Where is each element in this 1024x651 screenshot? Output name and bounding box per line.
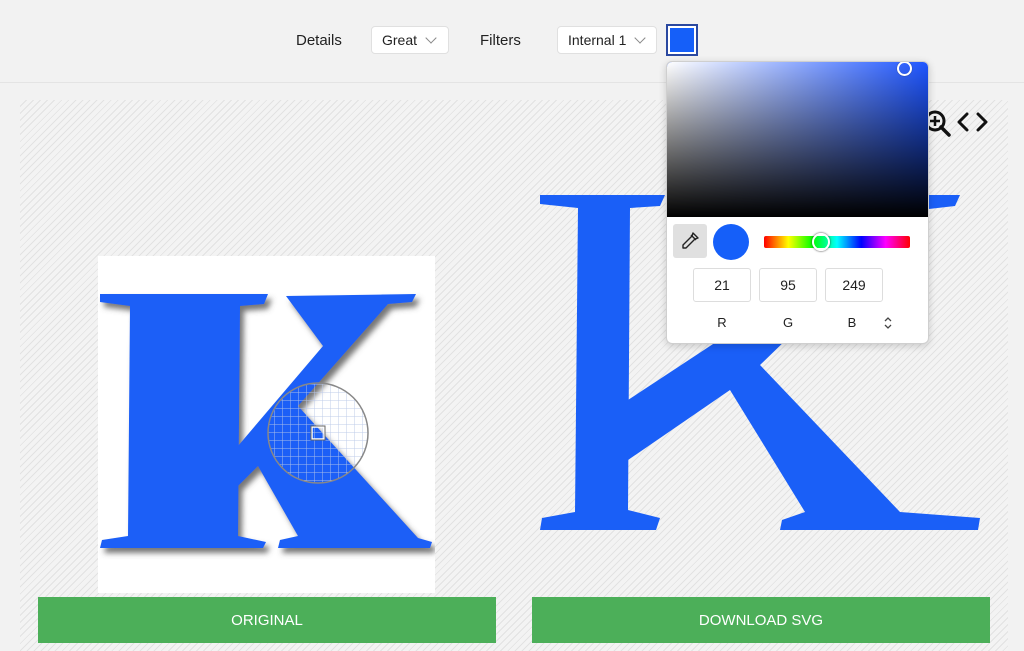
original-preview [98, 256, 435, 593]
details-value: Great [382, 32, 418, 48]
red-label: R [717, 315, 727, 330]
download-svg-button[interactable]: DOWNLOAD SVG [532, 597, 990, 643]
magnifier-loupe[interactable] [267, 382, 369, 484]
sv-handle[interactable] [897, 62, 912, 76]
saturation-value-area[interactable] [667, 62, 928, 217]
original-button[interactable]: ORIGINAL [38, 597, 496, 643]
original-image [100, 294, 432, 548]
red-input[interactable]: 21 [693, 268, 751, 302]
mode-toggle-icon[interactable] [881, 316, 895, 330]
original-letter [100, 294, 432, 548]
details-select[interactable]: Great [371, 26, 449, 54]
color-swatch-button[interactable] [666, 24, 698, 56]
eyedropper-button[interactable] [673, 224, 707, 258]
viewer-toolbar [924, 110, 988, 137]
color-picker-popup: 21 95 249 R G B [666, 61, 929, 344]
eyedropper-icon [682, 232, 699, 249]
code-icon[interactable] [957, 112, 988, 132]
hue-slider[interactable] [764, 236, 910, 248]
details-label: Details [296, 32, 342, 49]
green-input[interactable]: 95 [759, 268, 817, 302]
color-preview [713, 224, 749, 260]
zoom-in-icon[interactable] [924, 110, 951, 137]
hue-handle[interactable] [812, 233, 830, 251]
filters-label: Filters [480, 32, 521, 49]
green-label: G [782, 315, 794, 330]
color-swatch [670, 28, 694, 52]
filters-select[interactable]: Internal 1 [557, 26, 657, 54]
chevron-down-icon [634, 32, 647, 44]
chevron-down-icon [425, 32, 437, 44]
blue-label: B [847, 315, 857, 330]
filters-value: Internal 1 [568, 32, 627, 48]
blue-input[interactable]: 249 [825, 268, 883, 302]
